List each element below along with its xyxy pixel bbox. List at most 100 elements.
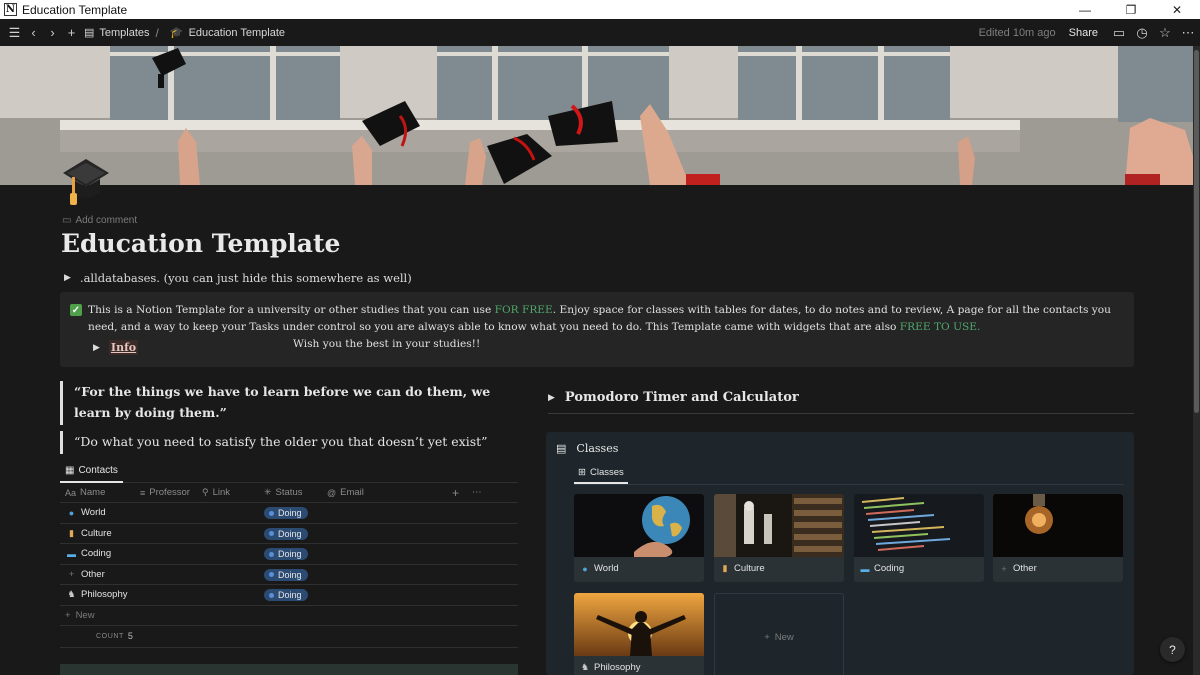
scroll-icon: ▮ [722, 563, 728, 573]
intro-callout: ✓ This is a Notion Template for a univer… [60, 292, 1134, 367]
text-property-icon: Aa [65, 487, 77, 498]
menu-icon[interactable]: ☰ [6, 23, 23, 43]
new-page-icon[interactable]: + [63, 23, 80, 43]
class-card-coding[interactable]: ▬ Coding [854, 494, 984, 582]
graduation-cap-icon[interactable] [62, 157, 110, 209]
classes-title[interactable]: ▤ Classes [556, 442, 618, 455]
card-cover-world [574, 494, 704, 557]
folder-icon: ▤ [84, 27, 95, 39]
edited-timestamp: Edited 10m ago [978, 26, 1056, 39]
column-professor[interactable]: ≡ Professor [140, 487, 190, 498]
new-class-card-button[interactable]: + New [714, 593, 844, 675]
close-icon[interactable]: ✕ [1154, 0, 1200, 19]
card-cover-other [993, 494, 1123, 557]
add-property-icon[interactable]: + [452, 486, 459, 500]
count-footer[interactable]: COUNT 5 [60, 626, 518, 648]
notion-topbar: ☰ ‹ › + ▤ Templates / 🎓 Education Templa… [0, 19, 1200, 46]
scrollbar-thumb[interactable] [1194, 50, 1199, 413]
classes-panel: ▤ Classes ⊞ Classes ● World ▮ Culture ▬ … [546, 432, 1134, 675]
card-cover-philosophy [574, 593, 704, 656]
thinker-icon: ♞ [67, 589, 76, 600]
scroll-icon: ▮ [69, 527, 74, 538]
toggle-info[interactable]: ▶ Info [93, 340, 139, 355]
history-icon[interactable]: ◷ [1131, 23, 1153, 43]
toggle-triangle-icon[interactable]: ▶ [93, 343, 100, 353]
help-button[interactable]: ? [1160, 637, 1185, 662]
table-row[interactable]: ▮ Culture Doing [60, 524, 518, 545]
contacts-table: Aa Name ≡ Professor ⚲ Link ✳ Status @ Email +… [60, 483, 518, 648]
page-title[interactable]: Education Template [61, 229, 340, 258]
lines-icon: ≡ [140, 487, 146, 498]
comments-icon[interactable]: ▭ [1108, 23, 1130, 43]
status-badge[interactable]: Doing [264, 568, 308, 581]
plus-icon: + [68, 569, 75, 580]
page-icon: ▤ [556, 442, 567, 455]
plus-icon: + [1001, 563, 1007, 574]
forward-icon[interactable]: › [44, 23, 61, 43]
column-status[interactable]: ✳ Status [264, 487, 302, 498]
table-row[interactable]: + Other Doing [60, 565, 518, 586]
laptop-icon: ▬ [860, 563, 870, 574]
plus-icon: + [65, 609, 71, 621]
table-row[interactable]: ● World Doing [60, 503, 518, 524]
add-comment-button[interactable]: ▭ Add comment [62, 215, 137, 226]
back-icon[interactable]: ‹ [25, 23, 42, 43]
status-badge[interactable]: Doing [264, 589, 308, 602]
breadcrumb-templates[interactable]: ▤ Templates [84, 26, 150, 40]
status-badge[interactable]: Doing [264, 548, 308, 561]
new-row-button[interactable]: + New [60, 606, 518, 626]
card-cover-culture [714, 494, 844, 557]
favorite-star-icon[interactable]: ☆ [1154, 23, 1176, 43]
toggle-pomodoro[interactable]: ▶ Pomodoro Timer and Calculator [548, 390, 1134, 414]
divider [574, 484, 1124, 485]
quote-block: “For the things we have to learn before … [60, 381, 512, 425]
card-cover-coding [854, 494, 984, 557]
window-titlebar: N Education Template — ❐ ✕ [0, 0, 1200, 19]
comment-icon: ▭ [62, 215, 72, 226]
class-card-world[interactable]: ● World [574, 494, 704, 582]
next-block-preview [60, 664, 518, 675]
restore-icon[interactable]: ❐ [1108, 0, 1154, 19]
cover-image [0, 46, 1193, 185]
status-icon: ✳ [264, 487, 272, 497]
plus-icon: + [764, 631, 770, 643]
link-icon: ⚲ [202, 487, 209, 497]
table-row[interactable]: ♞ Philosophy Doing [60, 585, 518, 606]
table-icon: ▦ [65, 465, 75, 476]
at-icon: @ [327, 487, 337, 498]
toggle-triangle-icon[interactable]: ▶ [548, 393, 555, 403]
breadcrumb-education-template[interactable]: 🎓 Education Template [169, 26, 285, 40]
column-link[interactable]: ⚲ Link [202, 487, 230, 498]
column-name[interactable]: Aa Name [65, 487, 105, 498]
contacts-view-tabs: ▦ Contacts [60, 460, 518, 483]
callout-text: This is a Notion Template for a universi… [88, 304, 1111, 350]
share-button[interactable]: Share [1069, 27, 1098, 39]
table-header: Aa Name ≡ Professor ⚲ Link ✳ Status @ Email +… [60, 483, 518, 503]
globe-icon: ● [582, 563, 588, 574]
notion-app-icon: N [4, 3, 17, 16]
toggle-alldatabases[interactable]: ▶ .alldatabases. (you can just hide this… [64, 271, 412, 285]
tab-classes[interactable]: ⊞ Classes [574, 463, 628, 484]
gallery-icon: ⊞ [578, 467, 586, 478]
toggle-triangle-icon[interactable]: ▶ [64, 273, 71, 283]
quote-block: “Do what you need to satisfy the older y… [60, 431, 512, 454]
breadcrumb-separator: / [155, 25, 159, 40]
column-email[interactable]: @ Email [327, 487, 364, 498]
graduation-cap-icon: 🎓 [169, 27, 184, 39]
more-icon[interactable]: ⋯ [472, 487, 482, 498]
more-options-icon[interactable]: ⋯ [1177, 23, 1199, 43]
minimize-icon[interactable]: — [1062, 0, 1108, 19]
status-badge[interactable]: Doing [264, 527, 308, 540]
checkmark-icon: ✓ [70, 304, 82, 316]
page-scrollbar[interactable] [1193, 46, 1200, 675]
thinker-icon: ♞ [580, 662, 590, 672]
class-card-other[interactable]: + Other [993, 494, 1123, 582]
globe-icon: ● [68, 507, 75, 518]
window-title: Education Template [22, 2, 128, 17]
class-card-philosophy[interactable]: ♞ Philosophy [574, 593, 704, 675]
table-row[interactable]: ▬ Coding Doing [60, 544, 518, 565]
tab-contacts[interactable]: ▦ Contacts [60, 460, 123, 483]
status-badge[interactable]: Doing [264, 507, 308, 519]
laptop-icon: ▬ [67, 548, 76, 559]
class-card-culture[interactable]: ▮ Culture [714, 494, 844, 582]
